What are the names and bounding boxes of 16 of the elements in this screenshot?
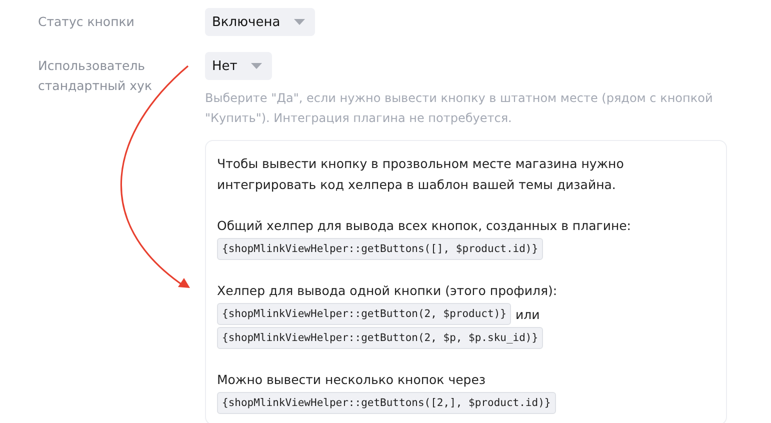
dropdown[interactable]: Нет [205,52,272,80]
dropdown[interactable]: Включена [205,8,316,36]
paragraph: Чтобы вывести кнопку в прозвольном месте магазина нужно интегрировать код хелпера в шаблон вашей темы дизайна. [217,155,625,194]
code-snippet: {shopMlinkViewHelper::getButton(2, $p, $p.sku_id)} [217,327,544,349]
code-snippet: {shopMlinkViewHelper::getButtons([], $product.id)} [217,238,544,260]
hint-text: Выберите "Да", если нужно вывести кнопку в штатном месте (рядом с кнопкой "Купить"). Интеграция плагина не потребуется. [205,90,714,127]
caret-icon [294,19,306,25]
conjunction-text: или [515,306,540,324]
field-label: Использователь стандартный хук [38,57,153,95]
caret-icon [251,63,262,69]
code-snippet: {shopMlinkViewHelper::getButton(2, $product)} [217,303,512,325]
caption: Хелпер для вывода одной кнопки (этого профиля): [217,282,558,300]
field-label: Статус кнопки [38,13,136,31]
caption: Можно вывести несколько кнопок через [217,371,486,389]
code-snippet: {shopMlinkViewHelper::getButtons([2,], $product.id)} [217,392,556,414]
caption: Общий хелпер для вывода всех кнопок, созданных в плагине: [217,217,632,235]
